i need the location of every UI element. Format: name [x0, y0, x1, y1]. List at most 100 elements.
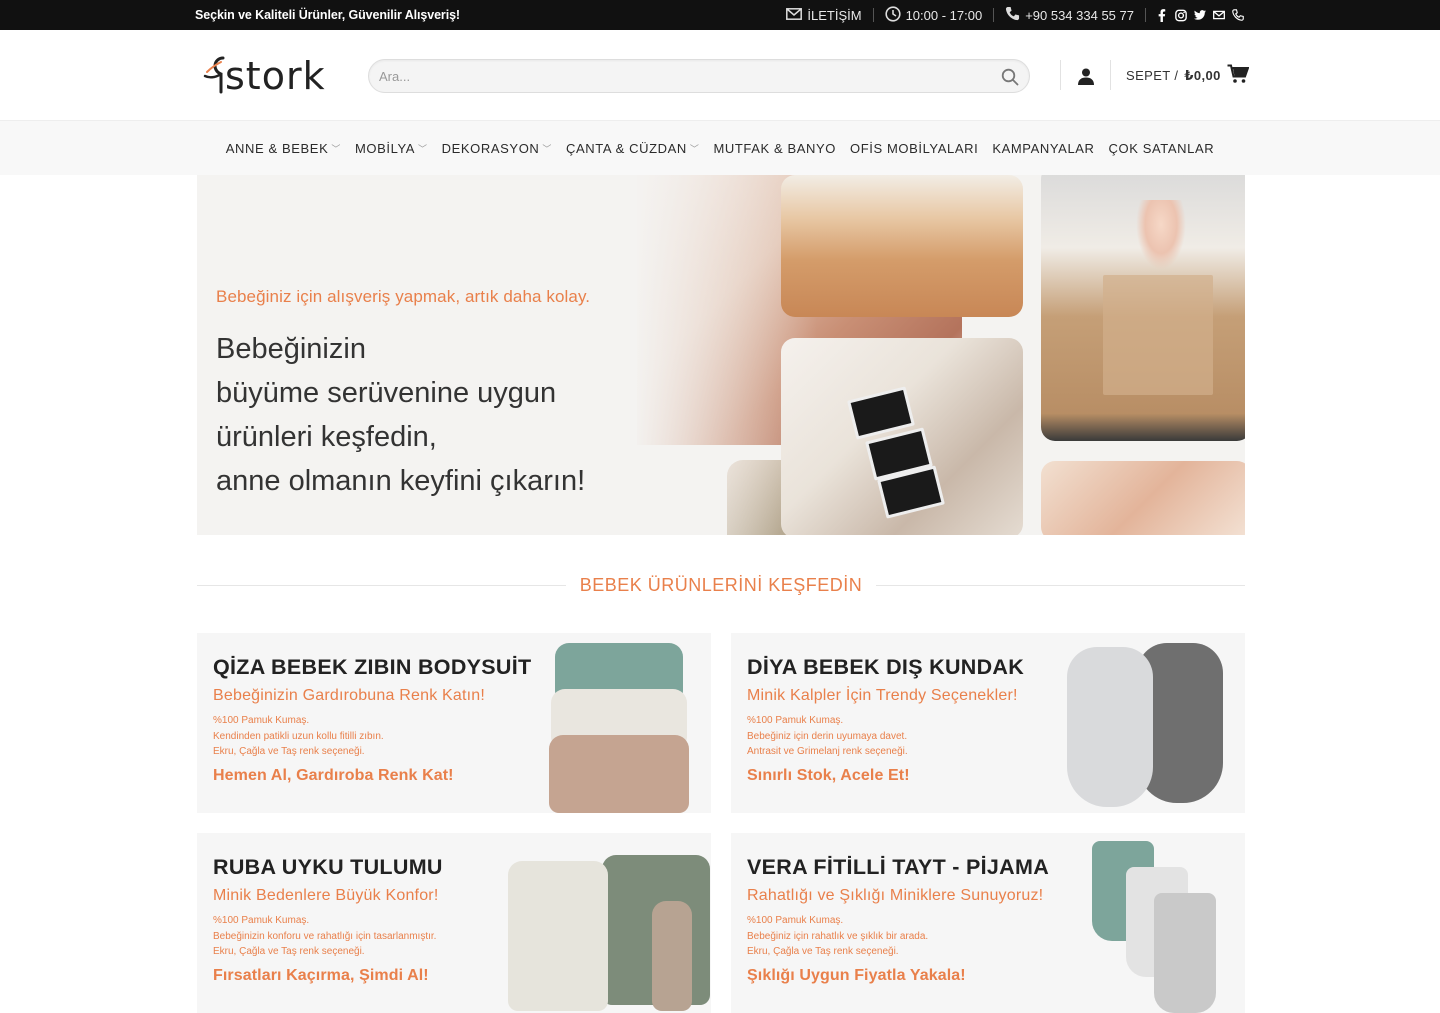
envelope-icon [786, 7, 803, 23]
product-card-ruba[interactable]: RUBA UYKU TULUMU Minik Bedenlere Büyük K… [197, 833, 711, 1013]
nav-item-canta-cuzdan[interactable]: ÇANTA & CÜZDAN ﹀ [566, 141, 699, 156]
card-detail: %100 Pamuk Kumaş. [747, 915, 844, 926]
clock-icon [884, 5, 901, 25]
card-title: VERA FİTİLLİ TAYT - PİJAMA [747, 855, 1050, 879]
card-detail: Bebeğinizin konforu ve rahatlığı için ta… [213, 930, 437, 942]
card-title: RUBA UYKU TULUMU [213, 855, 443, 879]
nav-item-label: ÇANTA & CÜZDAN [566, 141, 687, 156]
card-subtitle: Minik Kalpler İçin Trendy Seçenekler! [747, 687, 1018, 704]
chevron-down-icon: ﹀ [542, 144, 553, 154]
baby-closeup-photo [1041, 461, 1245, 535]
topbar-right: İLETİŞİM 10:00 - 17:00 +90 534 334 55 77 [775, 0, 1244, 30]
social-links [1146, 8, 1244, 22]
card-detail: Antrasit ve Grimelanj renk seçeneği. [747, 746, 908, 757]
divider [197, 584, 566, 586]
nav-item-label: KAMPANYALAR [992, 141, 1095, 156]
hero-title-line: Bebeğinizin [216, 333, 366, 365]
section-heading: BEBEK ÜRÜNLERİNİ KEŞFEDİN [197, 572, 1245, 598]
hero-banner[interactable]: Bebeğiniz için alışveriş yapmak, artık d… [197, 175, 1245, 535]
card-detail: Bebeğiniz için derin uyumaya davet. [747, 730, 908, 742]
twitter-icon[interactable] [1194, 9, 1206, 21]
nav-item-label: ÇOK SATANLAR [1108, 141, 1215, 156]
card-detail: Bebeğiniz için rahatlık ve şıklık bir ar… [747, 930, 929, 942]
hero-title-line: anne olmanın keyfini çıkarın! [216, 465, 586, 497]
search-icon[interactable] [999, 66, 1021, 88]
divider [1110, 60, 1111, 90]
logo-text: stork [225, 54, 326, 98]
top-bar: Seçkin ve Kaliteli Ürünler, Güvenilir Al… [0, 0, 1440, 30]
card-cta: Fırsatları Kaçırma, Şimdi Al! [213, 967, 429, 984]
site-logo[interactable]: stork [203, 52, 331, 100]
nav-item-label: DEKORASYON [441, 141, 540, 156]
chevron-down-icon: ﹀ [331, 144, 341, 154]
contact-label: İLETİŞİM [807, 7, 862, 23]
bodysuit-product-image [549, 643, 694, 813]
nav-item-cok-satanlar[interactable]: ÇOK SATANLAR [1109, 141, 1215, 156]
card-cta: Şıklığı Uygun Fiyatla Yakala! [747, 967, 966, 984]
hero-subtitle: Bebeğiniz için alışveriş yapmak, artık d… [216, 287, 591, 306]
divider [1060, 60, 1061, 90]
nav-item-mutfak-banyo[interactable]: MUTFAK & BANYO [713, 141, 836, 156]
hero-title-line: ürünleri keşfedin, [216, 421, 437, 453]
shopping-cart-icon [1227, 64, 1250, 87]
sleepsuit-product-image [502, 851, 711, 1013]
cardboard-box [1103, 275, 1213, 395]
card-title: QİZA BEBEK ZIBIN BODYSUİT [213, 655, 532, 679]
main-navigation: ANNE & BEBEK ﹀ MOBİLYA ﹀ DEKORASYON ﹀ ÇANTA… [0, 120, 1440, 175]
card-detail: Ekru, Çağla ve Taş renk seçeneği. [213, 746, 365, 757]
site-header: stork SEPET / ₺0,00 [0, 30, 1440, 120]
card-subtitle: Rahatlığı ve Şıklığı Miniklere Sunuyoruz… [747, 887, 1044, 904]
leggings-product-image [1086, 839, 1226, 1013]
card-detail: Ekru, Çağla ve Taş renk seçeneği. [213, 946, 365, 957]
nav-item-ofis-mobilyalari[interactable]: OFİS MOBİLYALARI [850, 141, 978, 156]
phone-icon [1005, 6, 1020, 24]
section-title: BEBEK ÜRÜNLERİNİ KEŞFEDİN [579, 574, 863, 595]
phone-icon[interactable] [1232, 9, 1244, 21]
baby-on-box-photo [1041, 175, 1245, 441]
hours-item: 10:00 - 17:00 [874, 5, 994, 25]
card-detail: %100 Pamuk Kumaş. [747, 715, 844, 726]
card-detail: %100 Pamuk Kumaş. [213, 715, 310, 726]
divider [876, 584, 1245, 586]
card-title: DİYA BEBEK DIŞ KUNDAK [747, 655, 1025, 679]
cart-amount: ₺0,00 [1184, 67, 1221, 83]
card-detail: Kendinden patikli uzun kollu fitilli zıb… [213, 730, 384, 742]
nav-item-label: MOBİLYA [354, 141, 416, 156]
contact-link[interactable]: İLETİŞİM [775, 8, 872, 23]
dresser-photo [781, 175, 1023, 317]
phone-text: +90 534 334 55 77 [1025, 7, 1134, 23]
chevron-down-icon: ﹀ [418, 144, 428, 154]
card-cta: Hemen Al, Gardıroba Renk Kat! [213, 767, 454, 784]
card-detail: %100 Pamuk Kumaş. [213, 915, 310, 926]
product-card-qiza[interactable]: QİZA BEBEK ZIBIN BODYSUİT Bebeğinizin Ga… [197, 633, 711, 813]
account-icon[interactable] [1075, 65, 1097, 87]
phone-link[interactable]: +90 534 334 55 77 [994, 6, 1145, 24]
email-icon[interactable] [1213, 9, 1225, 21]
hero-title: Bebeğinizin büyüme serüvenine uygun ürün… [216, 327, 585, 503]
instagram-icon[interactable] [1175, 9, 1187, 21]
hours-text: 10:00 - 17:00 [905, 7, 983, 23]
nav-item-label: MUTFAK & BANYO [713, 141, 836, 156]
baby-figure [1136, 200, 1186, 270]
cart-label: SEPET / [1126, 68, 1179, 83]
product-card-vera[interactable]: VERA FİTİLLİ TAYT - PİJAMA Rahatlığı ve … [731, 833, 1245, 1013]
card-cta: Sınırlı Stok, Acele Et! [747, 767, 910, 784]
hero-title-line: büyüme serüvenine uygun [216, 377, 557, 409]
nav-item-mobilya[interactable]: MOBİLYA ﹀ [355, 141, 428, 156]
swaddle-product-image [1061, 641, 1231, 809]
cart-link[interactable]: SEPET / ₺0,00 [1126, 64, 1250, 87]
nav-item-label: ANNE & BEBEK [225, 141, 329, 156]
ultrasound-photo [781, 338, 1023, 535]
nav-item-anne-bebek[interactable]: ANNE & BEBEK ﹀ [226, 141, 341, 156]
card-detail: Ekru, Çağla ve Taş renk seçeneği. [747, 946, 899, 957]
card-subtitle: Bebeğinizin Gardırobuna Renk Katın! [213, 687, 486, 704]
search-input[interactable] [379, 60, 979, 92]
product-card-diya[interactable]: DİYA BEBEK DIŞ KUNDAK Minik Kalpler İçin… [731, 633, 1245, 813]
chevron-down-icon: ﹀ [689, 144, 700, 154]
nav-item-kampanyalar[interactable]: KAMPANYALAR [992, 141, 1094, 156]
search-bar [368, 59, 1030, 93]
card-subtitle: Minik Bedenlere Büyük Konfor! [213, 887, 439, 904]
nav-item-dekorasyon[interactable]: DEKORASYON ﹀ [442, 141, 552, 156]
facebook-icon[interactable] [1156, 8, 1168, 22]
topbar-tagline: Seçkin ve Kaliteli Ürünler, Güvenilir Al… [195, 8, 460, 22]
